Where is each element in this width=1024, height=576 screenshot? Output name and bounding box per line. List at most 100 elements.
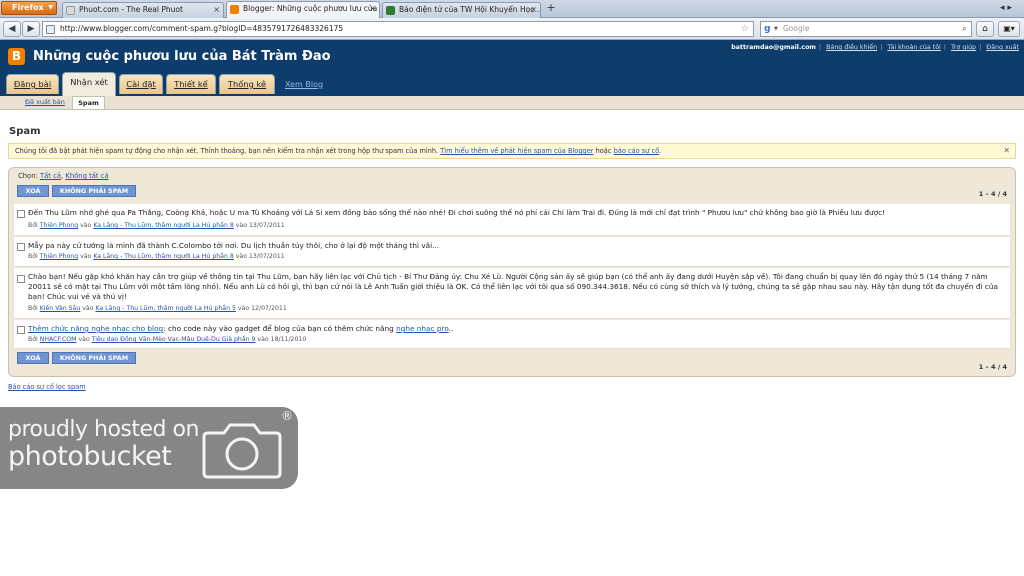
select-none-link[interactable]: Không tất cả [65,172,108,180]
comment-post-link[interactable]: Ka Lăng - Thu Lũm, thăm người La Hủ phần… [93,222,233,229]
not-spam-button[interactable]: KHÔNG PHẢI SPAM [52,352,136,364]
back-button[interactable]: ◀ [3,21,21,37]
forward-button[interactable]: ▶ [22,21,40,37]
comment-date: 13/07/2011 [248,222,285,229]
user-email: battramdao@gmail.com [731,44,816,51]
url-bar[interactable]: http://www.blogger.com/comment-spam.g?bl… [42,21,754,37]
not-spam-button[interactable]: KHÔNG PHẢI SPAM [52,185,136,197]
meta-at: vào [80,222,92,229]
subtab-spam[interactable]: Spam [72,96,105,109]
comment-post-link[interactable]: Ka Lăng - Thu Lũm, thăm người La Hủ phần… [95,305,235,312]
chevron-down-icon[interactable]: ▼ [774,22,778,36]
comment-checkbox[interactable] [17,326,25,334]
tab-posting[interactable]: Đăng bài [6,74,59,94]
view-blog-link[interactable]: Xem Blog [285,80,323,89]
comment-text: Mẫy pa này cứ tưởng là mình đã thành C.C… [28,241,440,250]
spam-detection-notice: Chúng tôi đã bật phát hiện spam tự động … [8,143,1016,159]
comment-row: Mẫy pa này cứ tưởng là mình đã thành C.C… [14,237,1010,267]
meta-date-prefix: vào [257,336,269,343]
report-issue-link[interactable]: báo cáo sự cố [614,147,660,155]
bookmark-star-icon[interactable]: ☆ [741,22,749,36]
learn-more-link[interactable]: Tìm hiểu thêm về phát hiện spam của Blog… [440,147,593,155]
music-pro-link[interactable]: nghe nhạc pro [396,324,449,333]
comment-row: Chào bạn! Nếu gặp khó khăn hay cần trợ g… [14,268,1010,319]
camera-icon [202,423,282,479]
select-label: Chọn: [18,172,38,180]
tab-stats[interactable]: Thống kê [219,74,275,94]
browser-tab-phuot[interactable]: Phuot.com - The Real Phuot × [62,2,224,18]
spam-comments-panel: Chọn: Tất cả, Không tất cả XOÁ KHÔNG PHẢ… [8,167,1016,377]
blogger-favicon-icon [230,5,239,14]
browser-tab-strip: Firefox ▼ Phuot.com - The Real Phuot × Bl… [0,0,1024,18]
addons-button[interactable]: ▣▾ [998,21,1020,37]
comment-meta: Bởi NHACF.COM vào Tiêu dao Đồng Văn-Mèo … [28,336,306,343]
close-icon[interactable]: × [369,2,376,16]
new-tab-button[interactable]: + [543,2,559,16]
music-feature-link[interactable]: Thêm chức năng nghe nhạc cho blog [28,324,163,333]
comments-subnav: Đã xuất bản Spam [0,96,1024,110]
tab-scroll-arrows-icon[interactable]: ◂ ▸ [1000,3,1012,13]
page-favicon-icon [386,6,395,15]
home-button[interactable]: ⌂ [976,21,994,37]
dashboard-link[interactable]: Bảng điều khiển [826,44,877,51]
comment-checkbox[interactable] [17,243,25,251]
meta-date-prefix: vào [235,222,248,229]
url-text: http://www.blogger.com/comment-spam.g?bl… [60,24,344,33]
meta-date-prefix: vào [235,253,248,260]
comment-meta: Bởi Thiên Phong vào Ka Lăng - Thu Lũm, t… [28,253,285,260]
comment-author-link[interactable]: Kiến Vàn Sầu [40,305,81,312]
comment-text-end: .. [448,324,454,333]
notice-text: Chúng tôi đã bật phát hiện spam tự động … [15,147,439,155]
watermark-line-1: proudly hosted on [8,417,199,442]
comment-meta: Bởi Kiến Vàn Sầu vào Ka Lăng - Thu Lũm, … [28,305,287,312]
comment-author-link[interactable]: NHACF.COM [40,336,77,343]
page-title: Spam [9,126,41,137]
search-bar[interactable]: g ▼ Google ⌕ [760,21,972,37]
browser-tab-khuyenhoc[interactable]: Báo điện tử của TW Hội Khuyến Học ... × [382,2,541,18]
tab-design[interactable]: Thiết kế [166,74,216,94]
result-count: 1 – 4 / 4 [978,190,1007,198]
comment-text: Thêm chức năng nghe nhạc cho blog: cho c… [28,324,1004,334]
tab-label: Phuot.com - The Real Phuot [79,5,183,14]
sign-out-link[interactable]: Đăng xuất [986,44,1019,51]
comment-date: 12/07/2011 [251,305,287,312]
result-count: 1 – 4 / 4 [978,363,1007,371]
meta-by: Bởi [28,253,38,260]
comment-post-link[interactable]: Tiêu dao Đồng Văn-Mèo Vạc-Mậu Duệ-Du Già… [92,336,256,343]
subtab-published[interactable]: Đã xuất bản [25,98,65,106]
back-arrow-icon: ◀ [8,24,16,34]
close-icon[interactable]: × [213,3,220,17]
search-placeholder: Google [783,24,810,33]
close-icon[interactable]: × [530,3,537,17]
comment-author-link[interactable]: Thiên Phong [40,253,78,260]
delete-button[interactable]: XOÁ [17,352,49,364]
comment-row: Thêm chức năng nghe nhạc cho blog: cho c… [14,320,1010,349]
page-favicon-icon [66,6,75,15]
firefox-menu-label: Firefox [12,3,44,12]
my-account-link[interactable]: Tài khoản của tôi [887,44,940,51]
report-filter-issue-link[interactable]: Báo cáo sự cố lọc spam [8,383,86,391]
close-icon[interactable]: ✕ [1003,144,1010,158]
comment-checkbox[interactable] [17,275,25,283]
puzzle-icon: ▣▾ [1003,24,1015,33]
chevron-down-icon: ▼ [48,4,53,11]
comment-checkbox[interactable] [17,210,25,218]
meta-at: vào [78,336,90,343]
registered-mark: ® [281,409,293,423]
tab-settings[interactable]: Cài đặt [119,74,163,94]
forward-arrow-icon: ▶ [27,24,35,34]
tab-label: Báo điện tử của TW Hội Khuyến Học ... [399,5,541,14]
help-link[interactable]: Trợ giúp [951,44,976,51]
blogger-logo-icon[interactable]: B [8,48,25,65]
notice-period: . [659,147,662,155]
delete-button[interactable]: XOÁ [17,185,49,197]
comment-meta: Bởi Thiên Phong vào Ka Lăng - Thu Lũm, t… [28,222,285,229]
comment-post-link[interactable]: Ka Lăng - Thu Lũm, thăm người La Hủ phần… [93,253,233,260]
comment-author-link[interactable]: Thiên Phong [40,222,78,229]
notice-or: hoặc [595,147,612,155]
browser-tab-blogger[interactable]: Blogger: Những cuộc phươu lưu của ... × [226,1,380,18]
search-icon[interactable]: ⌕ [962,22,967,36]
select-all-link[interactable]: Tất cả [40,172,61,180]
tab-comments[interactable]: Nhận xét [62,72,116,96]
firefox-menu-button[interactable]: Firefox ▼ [1,1,57,15]
